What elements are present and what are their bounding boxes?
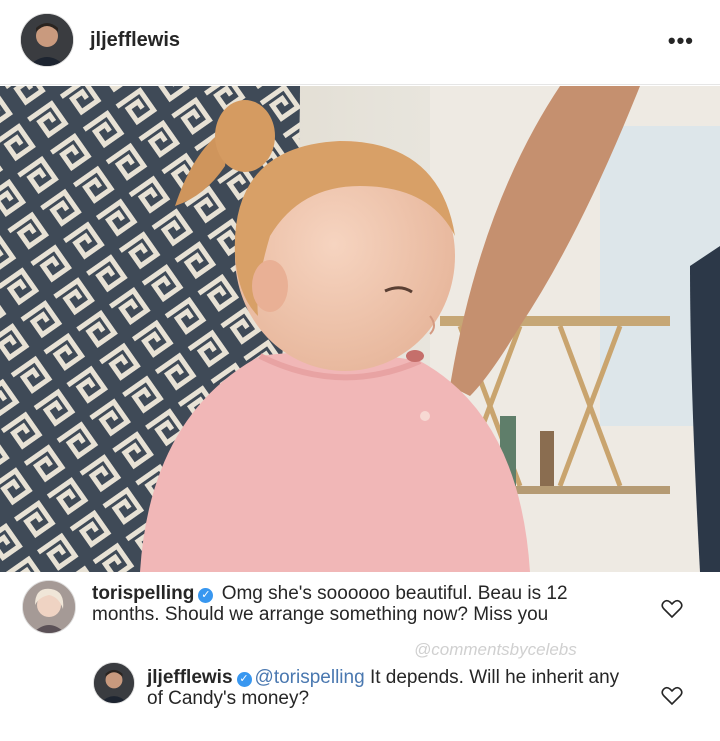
verified-badge-icon: ✓: [198, 588, 214, 603]
reply-username[interactable]: jljefflewis: [147, 667, 233, 688]
more-options-icon[interactable]: •••: [668, 28, 694, 54]
heart-icon[interactable]: [661, 599, 683, 619]
reply-avatar[interactable]: [93, 662, 135, 704]
verified-badge-icon: ✓: [236, 672, 252, 687]
watermark: @commentsbycelebs: [414, 640, 577, 659]
post-photo[interactable]: [0, 86, 720, 572]
comment-username[interactable]: torispelling: [92, 583, 194, 604]
heart-icon[interactable]: [661, 686, 683, 706]
author-username[interactable]: jljefflewis: [90, 29, 180, 52]
commenter-avatar[interactable]: [22, 580, 76, 634]
comment-item: torispelling ✓ Omg she's soooooo beautifu…: [92, 583, 632, 625]
reply-mention[interactable]: @torispelling: [255, 667, 365, 688]
post-header: jljefflewis •••: [0, 0, 720, 85]
reply-item: jljefflewis ✓ @torispelling It depends. Wi…: [147, 667, 627, 709]
author-avatar[interactable]: [20, 13, 74, 67]
